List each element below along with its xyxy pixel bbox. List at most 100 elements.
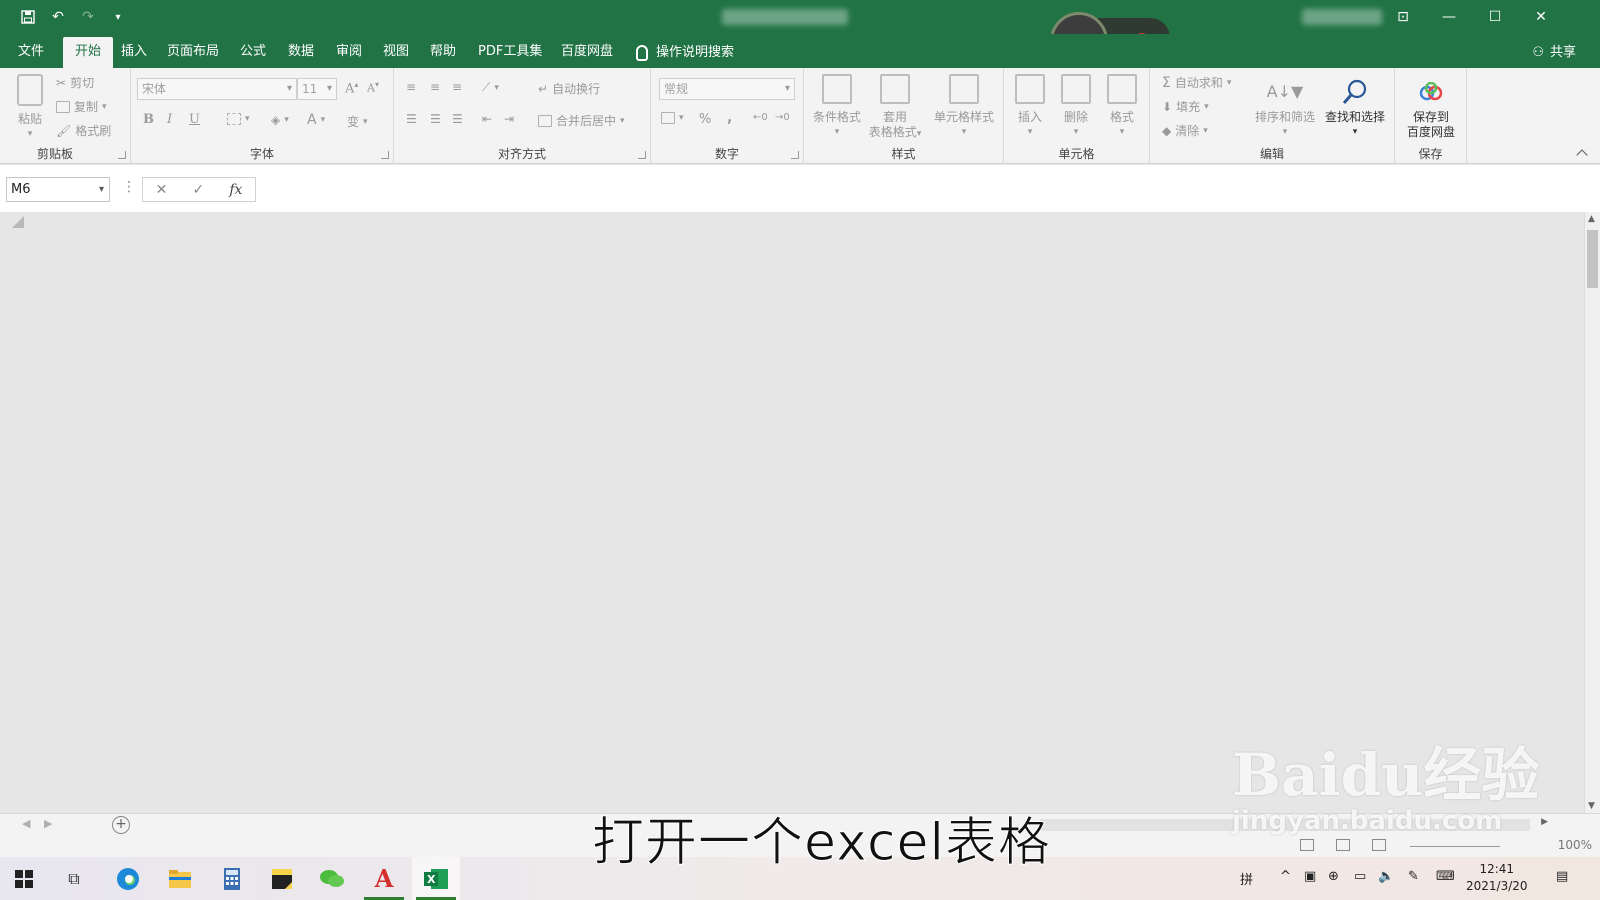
restore-icon[interactable]: ☐ xyxy=(1472,0,1518,34)
tray-app-icon[interactable]: ▣ xyxy=(1304,869,1316,884)
increase-decimal-button[interactable]: ←0 xyxy=(753,112,768,123)
tab-pdf-tools[interactable]: PDF工具集 xyxy=(478,37,542,68)
more-options-icon[interactable]: ⋮ xyxy=(122,179,136,195)
tab-formulas[interactable]: 公式 xyxy=(240,37,266,68)
border-button[interactable]: ▾ xyxy=(227,113,250,125)
tab-baidu-netdisk[interactable]: 百度网盘 xyxy=(561,37,613,68)
fill-color-button[interactable]: ◈ ▾ xyxy=(271,113,289,127)
bold-button[interactable]: B xyxy=(143,112,154,127)
accounting-format-button[interactable]: ▾ xyxy=(661,112,684,124)
ribbon-display-options-icon[interactable]: ⊡ xyxy=(1380,0,1426,34)
zoom-level[interactable]: 100% xyxy=(1558,838,1592,852)
format-cells-button[interactable]: 格式 ▾ xyxy=(1100,74,1144,140)
phonetic-button[interactable]: 变 ▾ xyxy=(347,113,368,130)
paste-button[interactable]: 粘贴 ▾ xyxy=(2,74,58,142)
name-box[interactable]: M6 xyxy=(6,177,110,202)
comma-button[interactable]: , xyxy=(727,110,732,126)
zoom-slider[interactable] xyxy=(1410,846,1500,847)
shrink-font-button[interactable]: A▾ xyxy=(367,80,379,95)
page-layout-view-icon[interactable] xyxy=(1336,839,1350,851)
taskbar-sticky-notes[interactable] xyxy=(258,857,306,900)
tab-insert[interactable]: 插入 xyxy=(121,37,147,68)
tab-data[interactable]: 数据 xyxy=(288,37,314,68)
collapse-ribbon-icon[interactable] xyxy=(1576,149,1588,161)
wrap-text-button[interactable]: ↵ 自动换行 xyxy=(538,80,600,97)
confirm-entry-icon[interactable]: ✓ xyxy=(192,182,204,198)
font-name-combo[interactable]: 宋体 xyxy=(137,78,297,100)
dialog-launcher-icon[interactable] xyxy=(791,151,799,159)
fill-button[interactable]: ⬇ 填充 ▾ xyxy=(1162,98,1209,115)
close-icon[interactable]: ✕ xyxy=(1518,0,1564,34)
add-sheet-button[interactable]: + xyxy=(112,816,130,834)
dialog-launcher-icon[interactable] xyxy=(118,151,126,159)
increase-indent-button[interactable]: ⇥ xyxy=(504,112,514,126)
pen-icon[interactable]: ✎ xyxy=(1408,869,1419,884)
tell-me-search[interactable]: 操作说明搜索 xyxy=(636,37,734,68)
decrease-decimal-button[interactable]: →0 xyxy=(775,112,790,123)
dialog-launcher-icon[interactable] xyxy=(381,151,389,159)
number-format-combo[interactable]: 常规 xyxy=(659,78,795,100)
find-select-button[interactable]: 查找和选择 ▾ xyxy=(1320,74,1390,140)
align-left-button[interactable]: ☰ xyxy=(406,112,417,126)
cell-styles-button[interactable]: 单元格样式 ▾ xyxy=(928,74,1000,140)
tab-review[interactable]: 审阅 xyxy=(336,37,362,68)
formula-input[interactable] xyxy=(258,177,1594,202)
clear-button[interactable]: ◆ 清除 ▾ xyxy=(1162,122,1208,139)
keyboard-icon[interactable]: ⌨ xyxy=(1436,869,1455,884)
insert-cells-button[interactable]: 插入 ▾ xyxy=(1008,74,1052,140)
share-button[interactable]: ⚇ 共享 xyxy=(1532,37,1576,68)
tab-help[interactable]: 帮助 xyxy=(430,37,456,68)
align-top-button[interactable]: ≡ xyxy=(406,80,416,94)
select-all-corner[interactable] xyxy=(12,216,24,228)
copy-button[interactable]: 复制 ▾ xyxy=(56,98,107,115)
decrease-indent-button[interactable]: ⇤ xyxy=(482,112,492,126)
notifications-icon[interactable]: ▤ xyxy=(1556,869,1568,884)
conditional-formatting-button[interactable]: 条件格式 ▾ xyxy=(808,74,866,140)
tab-home[interactable]: 开始 xyxy=(63,37,114,68)
align-middle-button[interactable]: ≡ xyxy=(430,80,440,94)
align-right-button[interactable]: ☰ xyxy=(452,112,463,126)
cancel-entry-icon[interactable]: ✕ xyxy=(156,182,168,198)
worksheet-area[interactable] xyxy=(0,212,1584,813)
format-as-table-button[interactable]: 套用 表格格式▾ xyxy=(866,74,924,142)
grow-font-button[interactable]: A▴ xyxy=(345,80,358,96)
orientation-button[interactable]: ⟋ ▾ xyxy=(482,80,499,95)
delete-cells-button[interactable]: 删除 ▾ xyxy=(1054,74,1098,140)
prev-sheet-icon[interactable]: ◀ xyxy=(22,817,30,830)
dialog-launcher-icon[interactable] xyxy=(638,151,646,159)
start-button[interactable] xyxy=(0,857,48,900)
scroll-thumb[interactable] xyxy=(1587,230,1598,288)
cut-button[interactable]: ✂ 剪切 xyxy=(56,74,94,91)
clock[interactable]: 12:41 2021/3/20 xyxy=(1466,861,1528,895)
scroll-down-icon[interactable]: ▼ xyxy=(1588,801,1595,811)
next-sheet-icon[interactable]: ▶ xyxy=(44,817,52,830)
battery-icon[interactable]: ▭ xyxy=(1354,869,1366,884)
font-size-combo[interactable]: 11 xyxy=(297,78,337,100)
taskbar-edge[interactable] xyxy=(104,857,152,900)
align-bottom-button[interactable]: ≡ xyxy=(452,80,462,94)
taskbar-pdf-reader[interactable]: A xyxy=(360,857,408,900)
autosum-button[interactable]: Σ 自动求和 ▾ xyxy=(1162,74,1231,91)
scroll-up-icon[interactable]: ▲ xyxy=(1588,214,1595,224)
align-center-button[interactable]: ☰ xyxy=(430,112,441,126)
taskbar-file-explorer[interactable] xyxy=(156,857,204,900)
tab-file[interactable]: 文件 xyxy=(18,37,44,68)
normal-view-icon[interactable] xyxy=(1300,839,1314,851)
vertical-scrollbar[interactable]: ▲ ▼ xyxy=(1584,212,1600,813)
scroll-right-icon[interactable]: ▶ xyxy=(1541,817,1548,827)
tray-overflow-icon[interactable]: ^ xyxy=(1280,869,1291,884)
volume-icon[interactable]: 🔈 xyxy=(1378,869,1394,884)
ime-indicator[interactable]: 拼 xyxy=(1240,869,1253,888)
taskbar-wechat[interactable] xyxy=(308,857,356,900)
taskbar-excel[interactable]: X xyxy=(412,857,460,900)
save-to-baidu-button[interactable]: 保存到 百度网盘 xyxy=(1399,74,1463,140)
page-break-view-icon[interactable] xyxy=(1372,839,1386,851)
format-painter-button[interactable]: 🖌 格式刷 xyxy=(56,122,111,139)
minimize-icon[interactable]: — xyxy=(1426,0,1472,34)
tab-view[interactable]: 视图 xyxy=(383,37,409,68)
percent-button[interactable]: % xyxy=(699,112,711,127)
redo-icon[interactable]: ↷ xyxy=(78,7,98,27)
network-icon[interactable]: ⊕ xyxy=(1328,869,1339,884)
insert-function-icon[interactable]: fx xyxy=(229,182,242,198)
save-icon[interactable] xyxy=(18,7,38,27)
